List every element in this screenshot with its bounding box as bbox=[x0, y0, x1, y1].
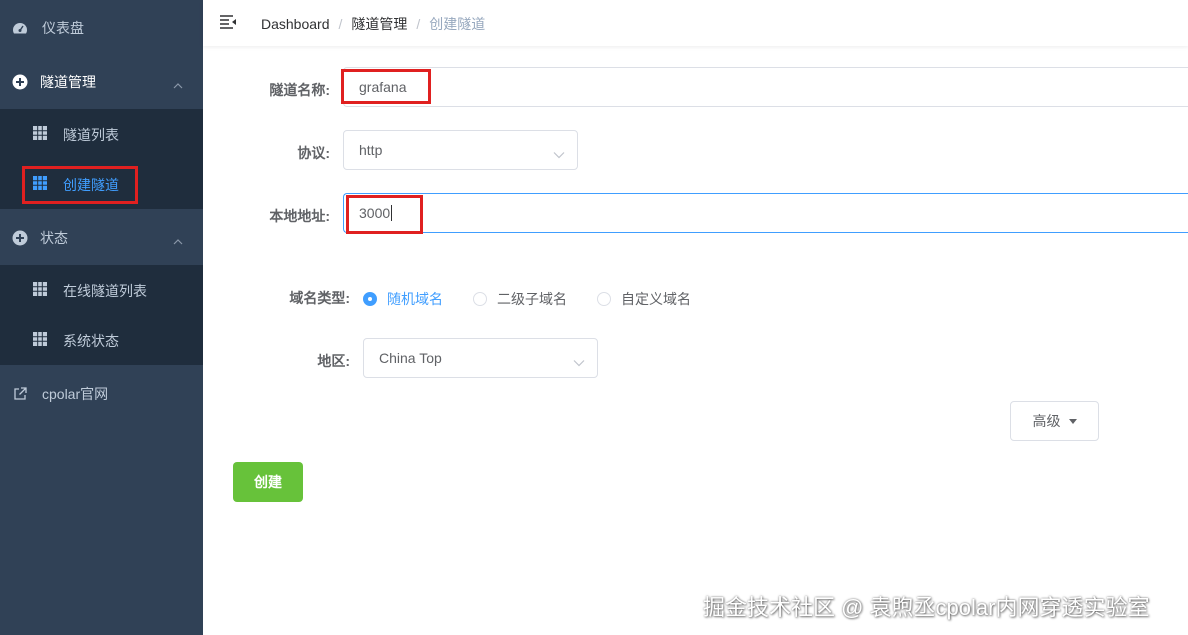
radio-dot bbox=[597, 292, 611, 306]
radio-label: 自定义域名 bbox=[621, 291, 691, 307]
radio-dot bbox=[363, 292, 377, 306]
advanced-button[interactable]: 高级 bbox=[1010, 401, 1099, 441]
domain-type-label: 域名类型: bbox=[289, 290, 350, 306]
region-select[interactable]: China Top bbox=[363, 338, 598, 378]
highlight-box bbox=[22, 166, 138, 204]
grid-icon bbox=[33, 332, 47, 346]
caret-down-icon bbox=[1068, 418, 1077, 424]
tunnel-name-input[interactable]: grafana bbox=[343, 67, 1188, 107]
dashboard-icon bbox=[12, 20, 28, 36]
local-address-label: 本地地址: bbox=[269, 208, 330, 224]
sidebar-item-label: 在线隧道列表 bbox=[63, 283, 147, 299]
sidebar-item-label: 仪表盘 bbox=[42, 20, 84, 36]
chevron-down-icon bbox=[573, 354, 585, 367]
create-button[interactable]: 创建 bbox=[233, 462, 303, 502]
breadcrumb-dashboard[interactable]: Dashboard bbox=[261, 16, 330, 32]
grid-icon bbox=[33, 126, 47, 140]
external-link-icon bbox=[12, 386, 28, 402]
navbar: Dashboard / 隧道管理 / 创建隧道 bbox=[203, 0, 1188, 46]
protocol-value: http bbox=[359, 142, 383, 158]
radio-dot bbox=[473, 292, 487, 306]
breadcrumb-tunnel-management[interactable]: 隧道管理 bbox=[351, 14, 407, 34]
submenu-status: 在线隧道列表 系统状态 bbox=[0, 265, 203, 365]
local-address-input[interactable]: 3000 bbox=[343, 193, 1188, 233]
sidebar-item-label: 隧道列表 bbox=[63, 127, 119, 143]
plus-circle-icon bbox=[12, 230, 28, 246]
radio-custom-domain[interactable]: 自定义域名 bbox=[597, 289, 691, 309]
sidebar: 仪表盘 隧道管理 隧道列表 创建隧道 状态 在线隧道列表 系统状态 cpolar… bbox=[0, 0, 203, 635]
sidebar-item-label: cpolar官网 bbox=[42, 386, 109, 402]
highlight-box bbox=[341, 69, 431, 104]
breadcrumb: Dashboard / 隧道管理 / 创建隧道 bbox=[261, 14, 485, 34]
sidebar-item-label: 系统状态 bbox=[63, 333, 119, 349]
sidebar-item-label: 状态 bbox=[40, 230, 68, 246]
sidebar-item-system-status[interactable]: 系统状态 bbox=[0, 315, 203, 365]
radio-label: 二级子域名 bbox=[497, 291, 567, 307]
radio-random-domain[interactable]: 随机域名 bbox=[363, 289, 443, 309]
protocol-select[interactable]: http bbox=[343, 130, 578, 170]
chevron-down-icon bbox=[553, 146, 565, 159]
sidebar-item-status[interactable]: 状态 bbox=[0, 210, 203, 266]
advanced-button-label: 高级 bbox=[1032, 413, 1061, 429]
chevron-up-icon bbox=[173, 76, 183, 92]
sidebar-item-online-tunnels[interactable]: 在线隧道列表 bbox=[0, 265, 203, 315]
grid-icon bbox=[33, 282, 47, 296]
sidebar-item-dashboard[interactable]: 仪表盘 bbox=[0, 0, 203, 56]
tunnel-name-label: 隧道名称: bbox=[269, 82, 330, 98]
chevron-up-icon bbox=[173, 232, 183, 248]
sidebar-item-tunnel-list[interactable]: 隧道列表 bbox=[0, 109, 203, 159]
sidebar-item-tunnel-management[interactable]: 隧道管理 bbox=[0, 54, 203, 110]
radio-label: 随机域名 bbox=[387, 291, 443, 307]
highlight-box bbox=[346, 195, 423, 234]
breadcrumb-separator: / bbox=[416, 16, 421, 32]
radio-subdomain[interactable]: 二级子域名 bbox=[473, 289, 567, 309]
breadcrumb-separator: / bbox=[338, 16, 343, 32]
watermark: 掘金技术社区 @ 袁煦丞cpolar内网穿透实验室 bbox=[703, 595, 1150, 620]
hamburger-icon[interactable] bbox=[219, 13, 237, 31]
sidebar-item-cpolar-site[interactable]: cpolar官网 bbox=[0, 366, 203, 422]
breadcrumb-current: 创建隧道 bbox=[429, 16, 486, 32]
sidebar-item-label: 隧道管理 bbox=[40, 74, 96, 90]
plus-circle-icon bbox=[12, 74, 28, 90]
protocol-label: 协议: bbox=[297, 145, 330, 161]
region-value: China Top bbox=[379, 350, 442, 366]
region-label: 地区: bbox=[317, 353, 350, 369]
